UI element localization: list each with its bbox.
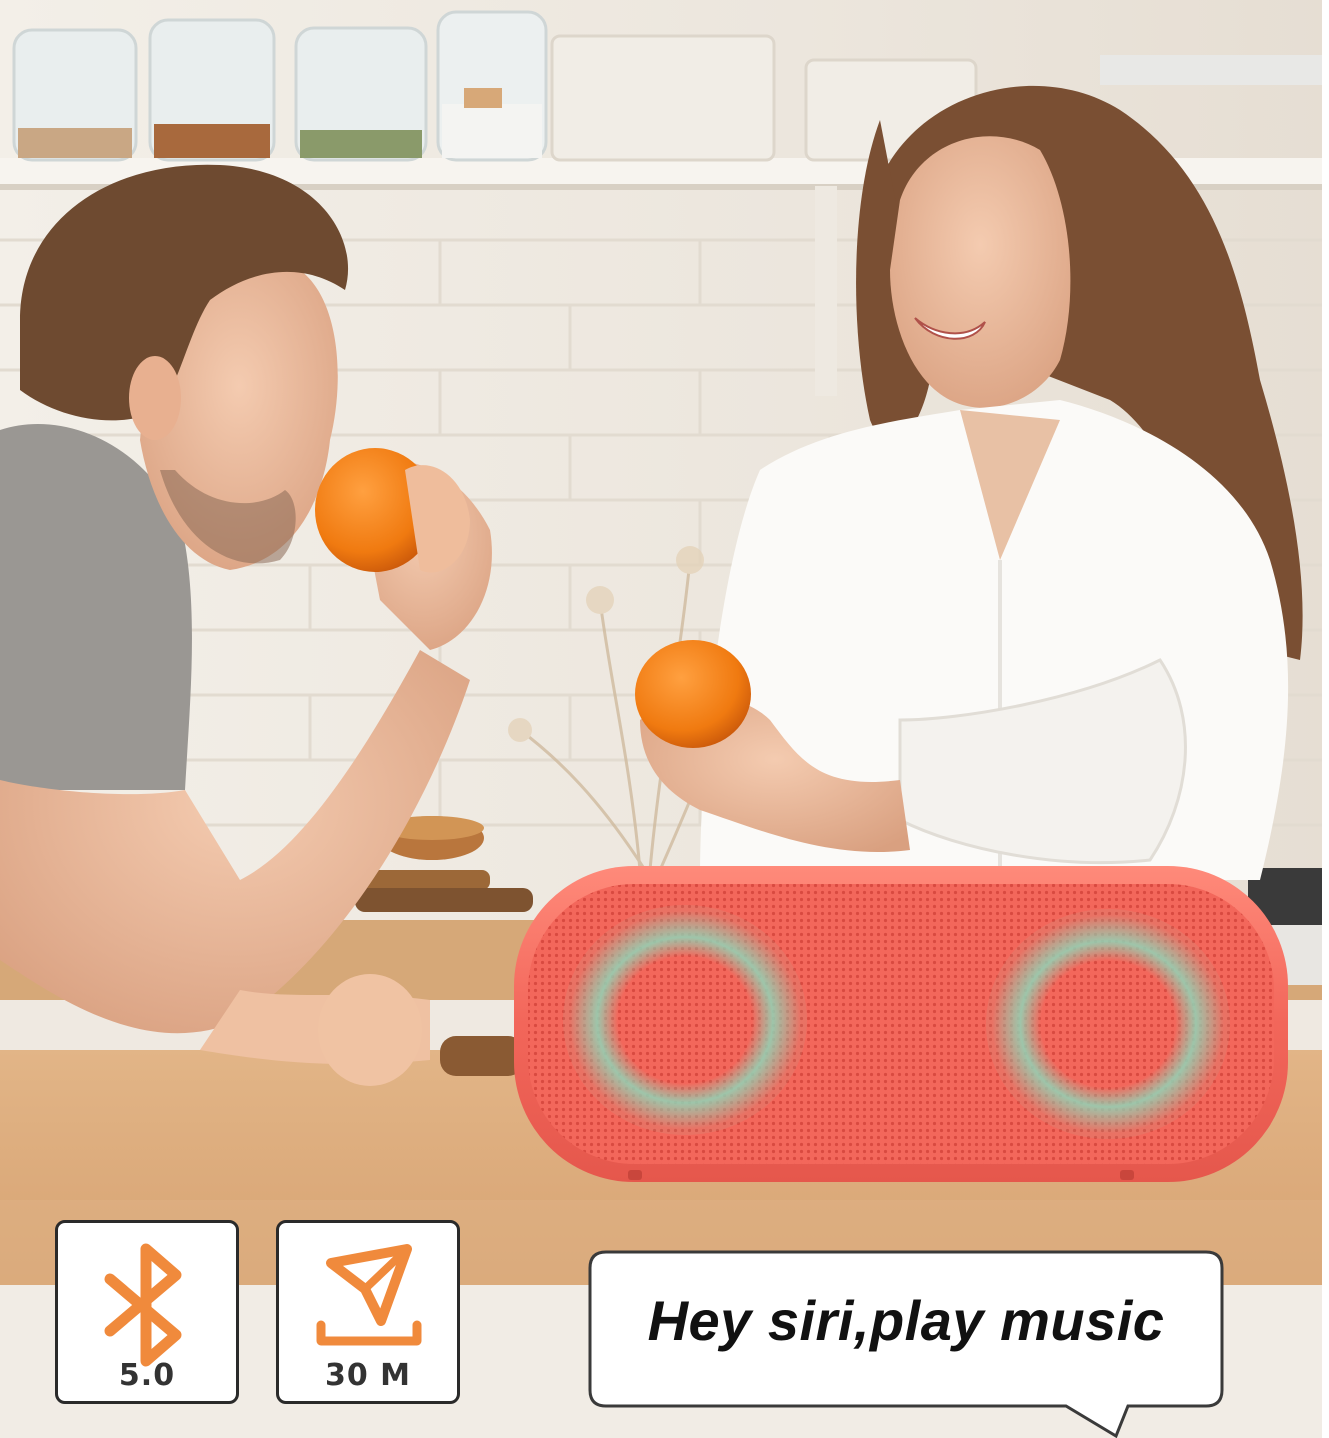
shelf-bracket [815,186,837,396]
product-photo: 5.0 30 M Hey siri,play music [0,0,1329,1438]
transmission-range-badge: 30 M [276,1220,460,1404]
woman-face [890,136,1071,408]
bluetooth-version-label: 5.0 [118,1358,176,1393]
voice-assistant-speech-bubble: Hey siri,play music [588,1250,1224,1438]
bluetooth-speaker [514,866,1288,1182]
bluetooth-version-badge: 5.0 [55,1220,239,1404]
man-fist [318,974,422,1086]
man-ear [129,356,181,440]
transmission-range-label: 30 M [324,1358,412,1393]
orange-woman [635,640,751,748]
speaker-light-ring-left [563,905,807,1135]
speech-text: Hey siri,play music [647,1289,1165,1352]
wooden-board [440,1036,524,1076]
speaker-light-ring-right [986,909,1230,1139]
